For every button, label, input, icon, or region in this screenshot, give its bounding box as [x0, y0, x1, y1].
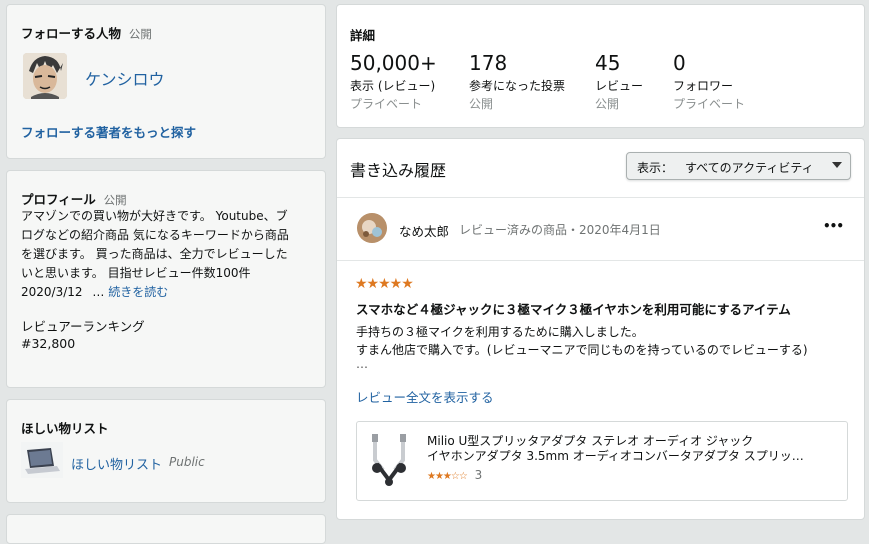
- profile-panel: プロフィール 公開 アマゾンでの買い物が大好きです。 Youtube、ブ ログな…: [6, 170, 326, 388]
- bio-line: アマゾンでの買い物が大好きです。 Youtube、ブ: [21, 209, 288, 223]
- product-title-line: イヤホンアダプタ 3.5mm オーディオコンバータアダプタ スプリッ…: [427, 449, 804, 463]
- bio-line: いと思います。 目指せレビュー件数100件: [21, 266, 251, 280]
- product-rating: ★★★☆☆ 3: [427, 468, 482, 482]
- profile-title: プロフィール: [21, 192, 96, 207]
- stat-value: 50,000+: [350, 51, 437, 75]
- review-body: 手持ちの３極マイクを利用するために購入しました。 すまん他店で購入です。(レビュ…: [356, 323, 856, 371]
- activity-filter-dropdown[interactable]: 表示： すべてのアクティビティ: [626, 152, 851, 180]
- wishlist-item-visibility: Public: [169, 455, 205, 469]
- bio-line: を選びます。 買った商品は、全力でレビューした: [21, 247, 288, 261]
- wishlist-panel: ほしい物リスト ほしい物リスト Public: [6, 399, 326, 503]
- chevron-down-icon: [832, 162, 842, 168]
- bio-ellipsis: …: [92, 285, 105, 299]
- laptop-icon: [21, 442, 63, 478]
- activity-divider: [337, 197, 864, 198]
- activity-title: 書き込み履歴: [350, 161, 447, 180]
- product-title[interactable]: Milio U型スプリッタアダプタ ステレオ オーディオ ジャック イヤホンアダ…: [427, 434, 839, 464]
- more-options-icon[interactable]: •••: [823, 219, 844, 233]
- stat-value: 178: [469, 51, 508, 75]
- read-more-link[interactable]: 続きを読む: [108, 285, 168, 299]
- followed-person-avatar[interactable]: [23, 53, 67, 99]
- stat-label: 表示 (レビュー): [350, 79, 436, 93]
- show-full-review-link[interactable]: レビュー全文を表示する: [356, 387, 494, 406]
- post-divider: [337, 260, 864, 261]
- stat-label: 参考になった投票: [469, 79, 566, 93]
- stat-label: レビュー: [595, 79, 644, 93]
- stat-followers: 0 フォロワー プライベート: [673, 51, 745, 112]
- stat-views: 50,000+ 表示 (レビュー) プライベート: [350, 51, 437, 112]
- wishlist-item[interactable]: ほしい物リスト Public: [21, 442, 311, 480]
- product-card[interactable]: Milio U型スプリッタアダプタ ステレオ オーディオ ジャック イヤホンアダ…: [356, 421, 848, 501]
- post-author-avatar[interactable]: [357, 213, 387, 243]
- product-thumbnail-icon: [372, 434, 406, 486]
- find-more-authors-link[interactable]: フォローする著者をもっと探す: [21, 122, 196, 141]
- profile-visibility: 公開: [103, 193, 127, 207]
- stat-visibility: プライベート: [350, 97, 423, 111]
- person-avatar-icon: [23, 53, 67, 99]
- review-body-line: 手持ちの３極マイクを利用するために購入しました。: [356, 325, 644, 339]
- details-panel: 詳細 50,000+ 表示 (レビュー) プライベート 178 参考になった投票…: [336, 4, 865, 128]
- followed-person-name[interactable]: ケンシロウ: [85, 66, 165, 90]
- reviewer-ranking-value: #32,800: [21, 336, 76, 351]
- filter-value: すべてのアクティビティ: [685, 161, 814, 175]
- reviewer-ranking-label: レビュアーランキング: [21, 319, 145, 334]
- activity-panel: 書き込み履歴 表示： すべてのアクティビティ なめ太郎 レビュー済みの商品・20…: [336, 138, 865, 520]
- stat-visibility: 公開: [469, 97, 494, 111]
- stat-visibility: 公開: [595, 97, 620, 111]
- extra-panel: [6, 514, 326, 544]
- stat-reviews: 45 レビュー 公開: [595, 51, 643, 112]
- wishlist-item-label[interactable]: ほしい物リスト: [71, 454, 162, 473]
- stat-label: フォロワー: [673, 79, 734, 93]
- post-author-name[interactable]: なめ太郎: [399, 221, 449, 240]
- review-body-line: …: [356, 357, 368, 371]
- bio-date-row: 2020/3/12 … 続きを読む: [21, 283, 321, 302]
- review-star-rating: ★★★★★: [355, 276, 414, 292]
- follow-panel: フォローする人物 公開 ケンシロウ フォローする著者をもっと探す: [6, 4, 326, 159]
- product-title-line: Milio U型スプリッタアダプタ ステレオ オーディオ ジャック: [427, 434, 754, 448]
- author-avatar-icon: [357, 213, 387, 243]
- review-body-line: すまん他店で購入です。(レビューマニアで同じものを持っているのでレビューする): [356, 343, 808, 357]
- follow-title: フォローする人物: [21, 26, 122, 41]
- product-review-count[interactable]: 3: [475, 468, 483, 482]
- profile-header: プロフィール 公開: [21, 189, 127, 208]
- follow-header: フォローする人物 公開: [21, 23, 152, 42]
- stat-visibility: プライベート: [673, 97, 746, 111]
- filter-label: 表示：: [637, 161, 674, 175]
- bio-line: ログなどの紹介商品 気になるキーワードから商品: [21, 228, 289, 242]
- wishlist-title: ほしい物リスト: [21, 421, 109, 436]
- stat-value: 0: [673, 51, 686, 75]
- stat-value: 45: [595, 51, 621, 75]
- review-headline[interactable]: スマホなど４極ジャックに３極マイク３極イヤホンを利用可能にするアイテム: [356, 299, 791, 318]
- stat-helpful-votes: 178 参考になった投票 公開: [469, 51, 565, 112]
- product-star-rating: ★★★☆☆: [427, 471, 468, 482]
- details-title: 詳細: [350, 28, 376, 43]
- profile-bio: アマゾンでの買い物が大好きです。 Youtube、ブ ログなどの紹介商品 気にな…: [21, 207, 321, 302]
- post-meta: レビュー済みの商品・2020年4月1日: [459, 223, 661, 237]
- follow-visibility: 公開: [128, 27, 152, 41]
- bio-date: 2020/3/12: [21, 285, 83, 299]
